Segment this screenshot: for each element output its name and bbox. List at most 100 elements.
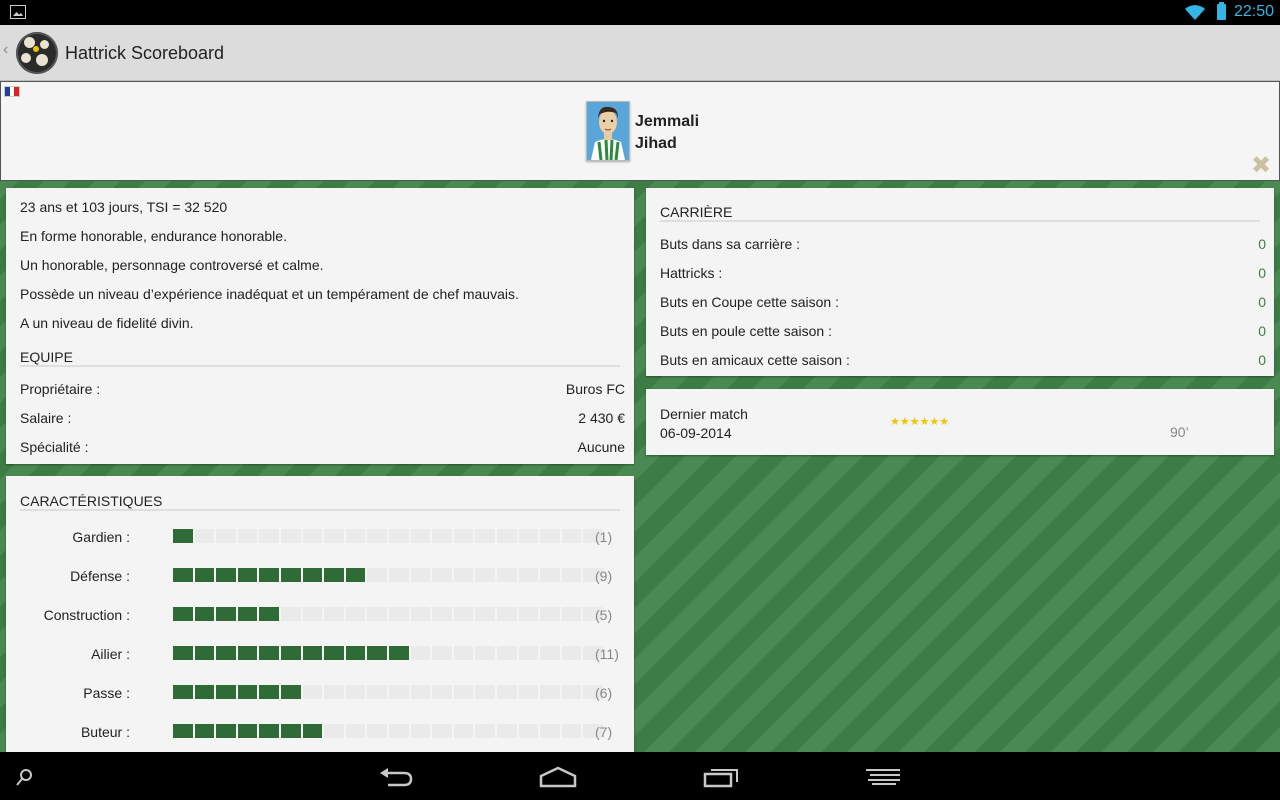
skill-bar-filled-segment [173, 724, 193, 738]
skill-bar-empty-segment [453, 529, 474, 543]
skill-bar-empty-segment [518, 568, 539, 582]
up-caret-icon[interactable]: ‹ [3, 41, 8, 59]
skill-bar-empty-segment [280, 607, 301, 621]
skill-bar-empty-segment [561, 568, 582, 582]
menu-icon[interactable] [864, 768, 902, 786]
skill-bar-filled-segment [173, 685, 193, 699]
career-league-goals-value: 0 [1258, 323, 1266, 339]
skill-bar-empty-segment [496, 607, 517, 621]
info-loyalty: A un niveau de fidelité divin. [20, 315, 194, 331]
career-hattricks-value: 0 [1258, 265, 1266, 281]
career-friendly-goals-value: 0 [1258, 352, 1266, 368]
skill-bar-filled-segment [173, 568, 193, 582]
skill-bar-filled-segment [173, 646, 193, 660]
skill-bar [173, 685, 603, 699]
skill-level: (1) [595, 529, 613, 545]
skill-bar-empty-segment [302, 529, 323, 543]
skill-bar-filled-segment [216, 646, 236, 660]
skill-bar-filled-segment [194, 568, 215, 582]
info-age-tsi: 23 ans et 103 jours, TSI = 32 520 [20, 199, 228, 215]
recent-apps-icon[interactable] [703, 766, 739, 788]
skill-bar-empty-segment [432, 607, 452, 621]
skill-bar-filled-segment [367, 646, 387, 660]
skill-bar-filled-segment [388, 646, 409, 660]
info-personality: Un honorable, personnage controversé et … [20, 257, 324, 273]
skill-bar-empty-segment [475, 568, 495, 582]
career-section-divider [660, 220, 1260, 222]
skill-bar-filled-segment [302, 568, 323, 582]
skill-bar-empty-segment [237, 529, 258, 543]
skill-bar-empty-segment [410, 607, 431, 621]
skill-bar-empty-segment [540, 724, 560, 738]
info-experience: Possède un niveau d’expérience inadéquat… [20, 286, 519, 302]
skill-label: Buteur : [80, 724, 130, 740]
search-icon[interactable] [16, 768, 34, 786]
skill-bar-filled-segment [259, 724, 279, 738]
home-icon[interactable] [539, 766, 577, 788]
team-salary-value: 2 430 € [578, 410, 625, 426]
last-match-card[interactable]: Dernier match 06-09-2014 ★★★★★★ 90’ [646, 389, 1274, 455]
skill-bar-empty-segment [345, 685, 366, 699]
career-card: CARRIÈRE Buts dans sa carrière : 0 Hattr… [646, 188, 1274, 376]
skill-bar-filled-segment [324, 646, 344, 660]
close-icon[interactable]: ✖ [1251, 154, 1271, 178]
skill-bar [173, 529, 603, 543]
france-flag-icon [4, 86, 20, 97]
player-avatar [586, 101, 630, 161]
skill-bar-empty-segment [388, 607, 409, 621]
player-header: Jemmali Jihad ✖ [0, 81, 1280, 181]
app-logo-icon[interactable] [16, 32, 58, 74]
career-goals-label: Buts dans sa carrière : [660, 236, 801, 252]
skill-bar-empty-segment [453, 724, 474, 738]
skill-bar-empty-segment [324, 724, 344, 738]
skill-bar-empty-segment [432, 529, 452, 543]
skill-level: (11) [595, 646, 619, 662]
last-match-date: 06-09-2014 [660, 425, 732, 441]
skill-level: (7) [595, 724, 613, 740]
status-bar: 22:50 [0, 0, 1280, 25]
skill-bar-empty-segment [367, 685, 387, 699]
skill-bar-empty-segment [259, 529, 279, 543]
skill-bar-filled-segment [280, 724, 301, 738]
skill-bar-empty-segment [432, 568, 452, 582]
skill-bar [173, 724, 603, 738]
skill-bar-empty-segment [388, 568, 409, 582]
team-owner-value: Buros FC [565, 381, 625, 397]
player-info-card: 23 ans et 103 jours, TSI = 32 520 En for… [6, 188, 634, 464]
skills-section-divider [20, 509, 620, 511]
skill-bar-empty-segment [388, 724, 409, 738]
skill-label: Construction : [43, 607, 130, 623]
skill-bar-empty-segment [410, 646, 431, 660]
skill-bar-empty-segment [561, 607, 582, 621]
player-last-name: Jemmali [635, 113, 700, 130]
skill-bar-filled-segment [302, 646, 323, 660]
skill-bar-empty-segment [561, 646, 582, 660]
skill-bar [173, 607, 603, 621]
navigation-bar [0, 752, 1280, 800]
skill-bar-empty-segment [518, 529, 539, 543]
back-icon[interactable] [378, 767, 414, 787]
skill-bar-empty-segment [475, 607, 495, 621]
team-salary-label: Salaire : [20, 410, 72, 426]
career-friendly-goals-label: Buts en amicaux cette saison : [660, 352, 850, 368]
player-name: Jemmali Jihad [635, 111, 699, 155]
skill-bar-filled-segment [345, 646, 366, 660]
status-clock: 22:50 [1234, 3, 1275, 20]
last-match-minutes: 90’ [1170, 424, 1189, 440]
skill-bar-empty-segment [432, 685, 452, 699]
skill-bar-empty-segment [540, 607, 560, 621]
skill-bar-filled-segment [194, 685, 215, 699]
skill-bar-empty-segment [216, 529, 236, 543]
skill-bar-filled-segment [173, 529, 193, 543]
skill-bar-filled-segment [216, 685, 236, 699]
skill-bar [173, 646, 603, 660]
skills-section-title: CARACTÉRISTIQUES [20, 493, 163, 509]
skill-bar-filled-segment [259, 568, 279, 582]
career-cup-goals-label: Buts en Coupe cette saison : [660, 294, 839, 310]
skill-bar-filled-segment [280, 568, 301, 582]
skill-bar-filled-segment [216, 568, 236, 582]
skill-level: (5) [595, 607, 613, 623]
skill-bar-empty-segment [388, 685, 409, 699]
career-hattricks-label: Hattricks : [660, 265, 723, 281]
skill-bar-filled-segment [237, 724, 258, 738]
